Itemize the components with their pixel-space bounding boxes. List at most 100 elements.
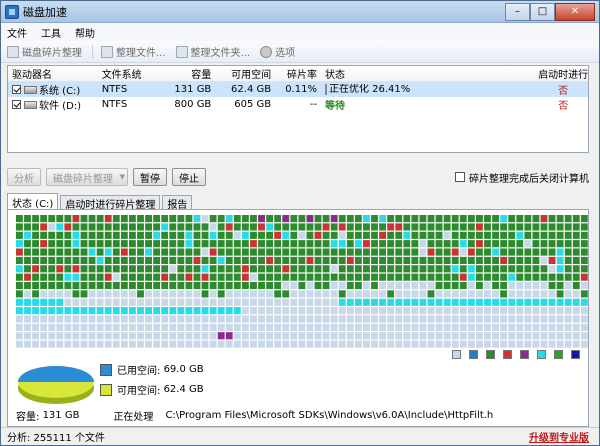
cluster-block — [145, 340, 152, 348]
cluster-block — [266, 215, 274, 223]
cluster-block — [572, 215, 580, 223]
cluster-block — [435, 215, 443, 223]
cluster-block — [532, 332, 540, 340]
defrag-file-button[interactable]: 整理文件... — [101, 44, 166, 59]
drive-row-c[interactable]: 系统 (C:) NTFS 131 GB 62.4 GB 0.11% 正在优化 2… — [8, 82, 588, 97]
menu-tools[interactable]: 工具 — [41, 25, 61, 40]
cluster-block — [556, 332, 564, 340]
action-bar: 分析 磁盘碎片整理 ▼ 暂停 停止 碎片整理完成后关闭计算机 — [7, 167, 589, 187]
cluster-block — [201, 298, 209, 306]
tab-report[interactable]: 报告 — [162, 195, 193, 211]
cluster-block — [500, 323, 508, 331]
shutdown-option[interactable]: 碎片整理完成后关闭计算机 — [455, 170, 589, 185]
cluster-block — [338, 265, 346, 273]
cluster-block — [387, 265, 395, 273]
col-free-space[interactable]: 可用空间 — [215, 66, 275, 81]
free-space-value: 62.4 GB — [163, 384, 204, 395]
boot-defrag-value[interactable]: 否 — [534, 82, 588, 97]
stop-button[interactable]: 停止 — [172, 168, 206, 186]
defrag-dropdown-label: 磁盘碎片整理 — [53, 173, 113, 185]
defrag-tool-button[interactable]: 磁盘碎片整理 — [7, 44, 82, 59]
cluster-block — [128, 340, 136, 348]
cluster-block — [137, 240, 144, 248]
cluster-block — [274, 248, 282, 256]
col-boot-defrag[interactable]: 启动时进行碎... — [534, 66, 588, 81]
cluster-block — [475, 323, 483, 331]
cluster-block — [427, 298, 435, 306]
cluster-block — [24, 240, 31, 248]
cluster-block — [371, 281, 378, 290]
col-drive-name[interactable]: 驱动器名 — [8, 66, 98, 81]
cluster-block — [185, 340, 193, 348]
cluster-block — [161, 340, 169, 348]
upgrade-link[interactable]: 升级到专业版 — [529, 429, 589, 444]
cluster-block — [508, 256, 516, 265]
cluster-block — [411, 273, 419, 281]
shutdown-checkbox[interactable] — [455, 172, 465, 182]
cluster-block — [435, 340, 443, 348]
menu-help[interactable]: 帮助 — [75, 25, 95, 40]
cluster-block — [540, 215, 548, 223]
defrag-folder-button[interactable]: 整理文件夹... — [175, 44, 250, 59]
cluster-block — [201, 290, 209, 298]
cluster-block — [56, 248, 64, 256]
menu-file[interactable]: 文件 — [7, 25, 27, 40]
cluster-block — [508, 223, 516, 231]
col-status[interactable]: 状态 — [321, 66, 534, 81]
close-button[interactable]: ✕ — [555, 2, 595, 21]
cluster-block — [32, 231, 40, 239]
pause-button[interactable]: 暂停 — [133, 168, 167, 186]
cluster-block — [274, 240, 282, 248]
tab-status[interactable]: 状态 (C:) — [7, 193, 59, 210]
cluster-block — [24, 215, 31, 223]
cluster-block — [32, 223, 40, 231]
options-button[interactable]: 选项 — [260, 44, 295, 59]
drive-row-d[interactable]: 软件 (D:) NTFS 800 GB 605 GB -- 等待 否 — [8, 97, 588, 112]
maximize-button[interactable]: □ — [530, 2, 555, 21]
cluster-block — [72, 315, 80, 323]
status-bar: 分析: 255111 个文件 升级到专业版 — [1, 427, 599, 445]
col-capacity[interactable]: 容量 — [165, 66, 215, 81]
cluster-block — [419, 273, 427, 281]
cluster-block — [193, 256, 201, 265]
cluster-block — [104, 256, 112, 265]
cluster-block — [346, 332, 354, 340]
processing-label: 正在处理 — [113, 411, 154, 423]
cluster-block — [338, 307, 346, 315]
cluster-block — [120, 215, 128, 223]
cluster-block — [72, 273, 80, 281]
cluster-block — [492, 240, 499, 248]
cluster-block — [371, 340, 378, 348]
cluster-block — [48, 248, 56, 256]
minimize-button[interactable]: – — [505, 2, 530, 21]
cluster-block — [128, 298, 136, 306]
cluster-block — [88, 215, 96, 223]
cluster-block — [475, 215, 483, 223]
cluster-block — [233, 231, 241, 239]
cluster-block — [484, 248, 491, 256]
cluster-block — [40, 240, 48, 248]
col-fragmentation[interactable]: 碎片率 — [275, 66, 321, 81]
cluster-block — [532, 290, 540, 298]
cluster-block — [427, 265, 435, 273]
cluster-block — [40, 223, 48, 231]
cluster-block — [16, 273, 23, 281]
cluster-block — [467, 248, 475, 256]
cluster-block — [153, 315, 161, 323]
cluster-block — [427, 332, 435, 340]
cluster-block — [209, 340, 217, 348]
boot-defrag-value[interactable]: 否 — [534, 97, 588, 112]
cluster-block — [532, 307, 540, 315]
analyze-button[interactable]: 分析 — [7, 168, 41, 186]
defrag-dropdown[interactable]: 磁盘碎片整理 ▼ — [46, 168, 128, 186]
cluster-block — [169, 323, 177, 331]
cluster-block — [314, 340, 322, 348]
drive-checkbox[interactable] — [12, 100, 21, 109]
cluster-block — [16, 256, 23, 265]
cluster-block — [217, 256, 225, 265]
col-file-system[interactable]: 文件系统 — [98, 66, 166, 81]
drive-checkbox[interactable] — [12, 85, 21, 94]
cluster-block — [500, 248, 508, 256]
tab-boot-defrag[interactable]: 启动时进行碎片整理 — [60, 195, 161, 211]
cluster-block — [16, 340, 23, 348]
